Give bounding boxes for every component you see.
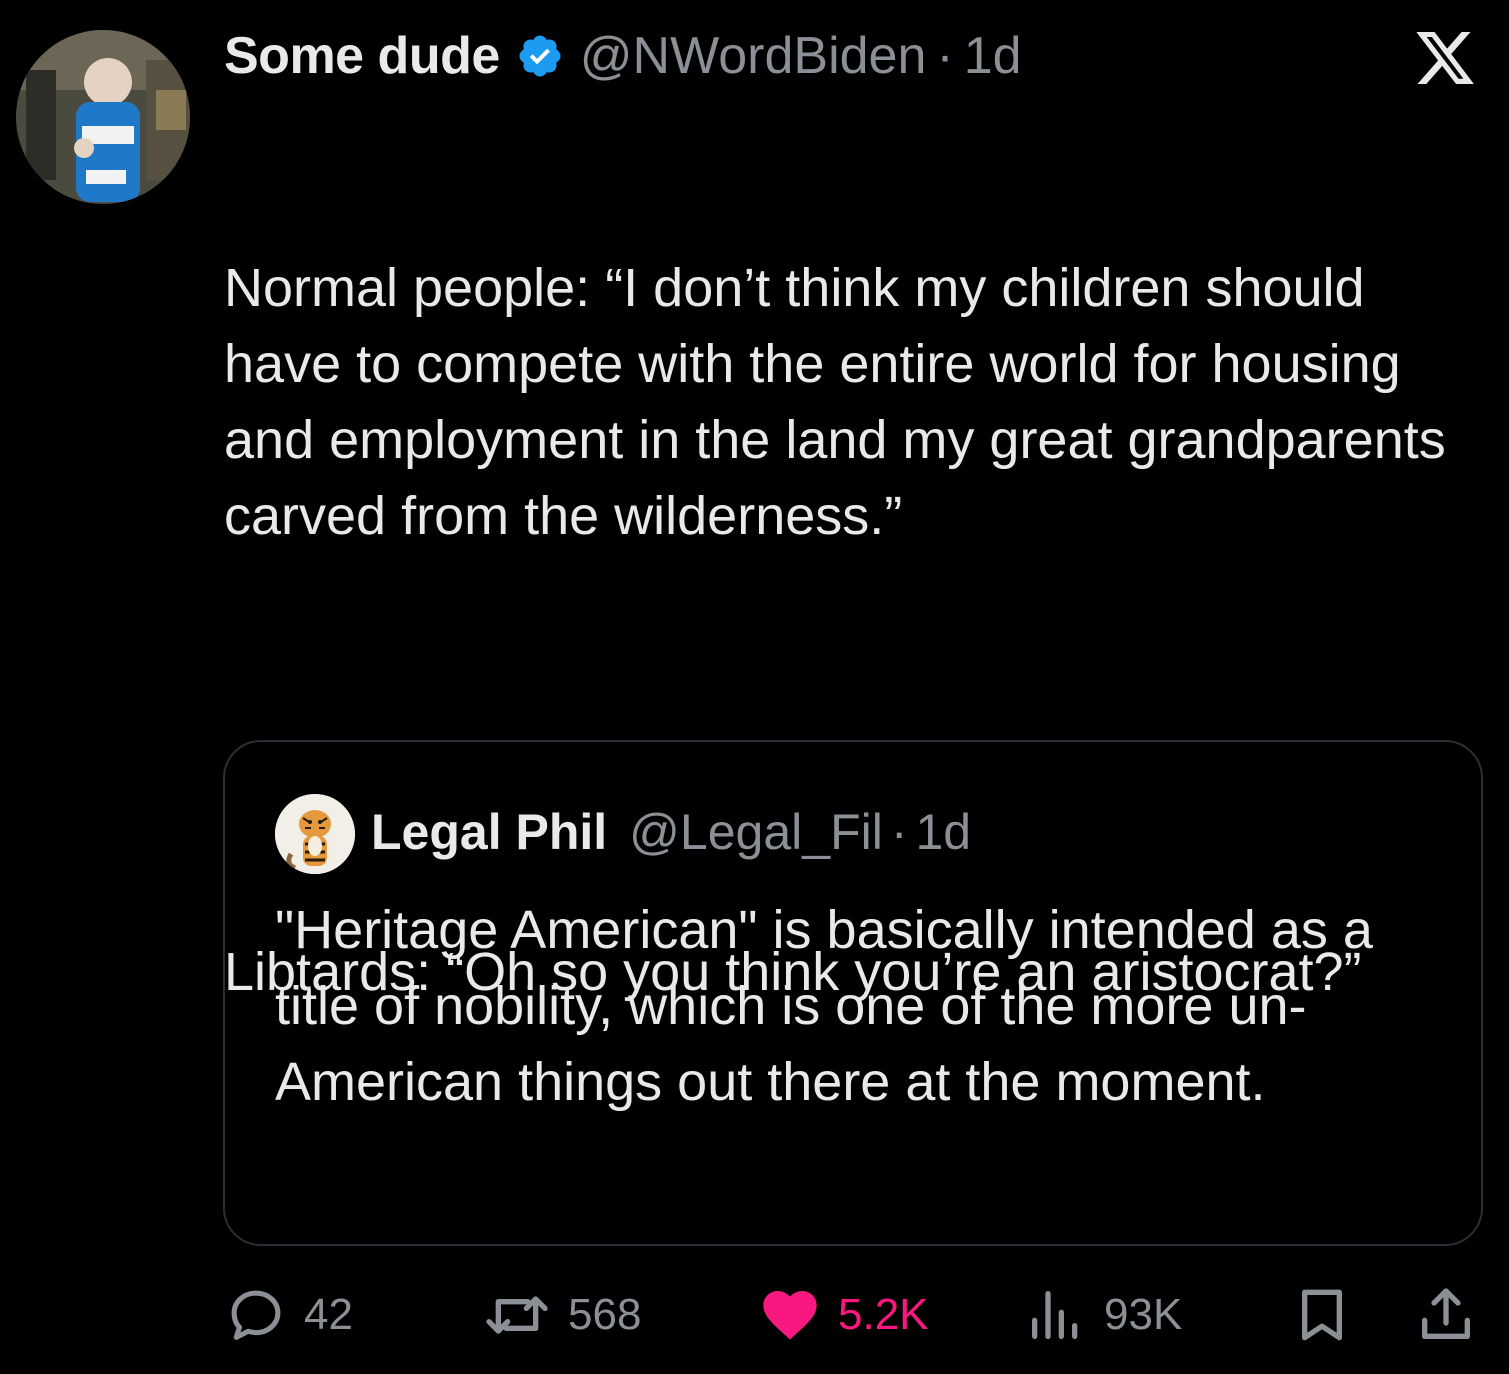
share-icon: [1422, 1288, 1470, 1339]
author-display-name[interactable]: Some dude: [224, 26, 500, 86]
tweet-paragraph: Normal people: “I don’t think my childre…: [224, 258, 1461, 546]
views-button[interactable]: 93K: [1024, 1280, 1182, 1350]
tweet-action-bar: 42 568 5.2K 93K: [224, 1280, 1484, 1350]
views-chart-icon: [1032, 1291, 1078, 1339]
repost-count: 568: [568, 1290, 642, 1339]
like-count: 5.2K: [838, 1290, 929, 1339]
quoted-author-display-name[interactable]: Legal Phil: [371, 803, 607, 861]
verified-badge-icon: [519, 35, 561, 77]
separator-dot: ·: [936, 27, 954, 85]
quoted-author-avatar[interactable]: [275, 794, 355, 874]
quoted-author-handle[interactable]: @Legal_Fil: [629, 803, 883, 861]
view-count: 93K: [1104, 1290, 1183, 1339]
quoted-tweet[interactable]: Legal Phil @Legal_Fil · 1d "Heritage Ame…: [223, 740, 1483, 1246]
repost-button[interactable]: 568: [482, 1280, 641, 1350]
reply-icon: [231, 1290, 281, 1340]
bookmark-button[interactable]: [1290, 1280, 1354, 1350]
like-button[interactable]: 5.2K: [758, 1280, 929, 1350]
tweet-header: Some dude @NWordBiden · 1d: [224, 24, 1022, 88]
separator-dot: ·: [890, 804, 908, 860]
author-avatar[interactable]: [16, 30, 190, 204]
x-logo-icon: [1416, 32, 1474, 84]
share-button[interactable]: [1414, 1280, 1478, 1350]
tweet-card: Some dude @NWordBiden · 1d Normal people…: [0, 0, 1509, 1374]
bookmark-icon: [1302, 1289, 1342, 1341]
quoted-tweet-body: "Heritage American" is basically intende…: [275, 900, 1373, 1112]
quoted-tweet-header: Legal Phil @Legal_Fil · 1d: [371, 800, 971, 864]
reply-button[interactable]: 42: [224, 1280, 353, 1350]
tweet-timestamp[interactable]: 1d: [964, 26, 1022, 86]
quoted-tweet-timestamp[interactable]: 1d: [916, 803, 972, 861]
author-handle[interactable]: @NWordBiden: [580, 26, 927, 86]
repost-icon: [486, 1296, 548, 1334]
heart-icon: [763, 1291, 817, 1340]
reply-count: 42: [304, 1290, 353, 1339]
